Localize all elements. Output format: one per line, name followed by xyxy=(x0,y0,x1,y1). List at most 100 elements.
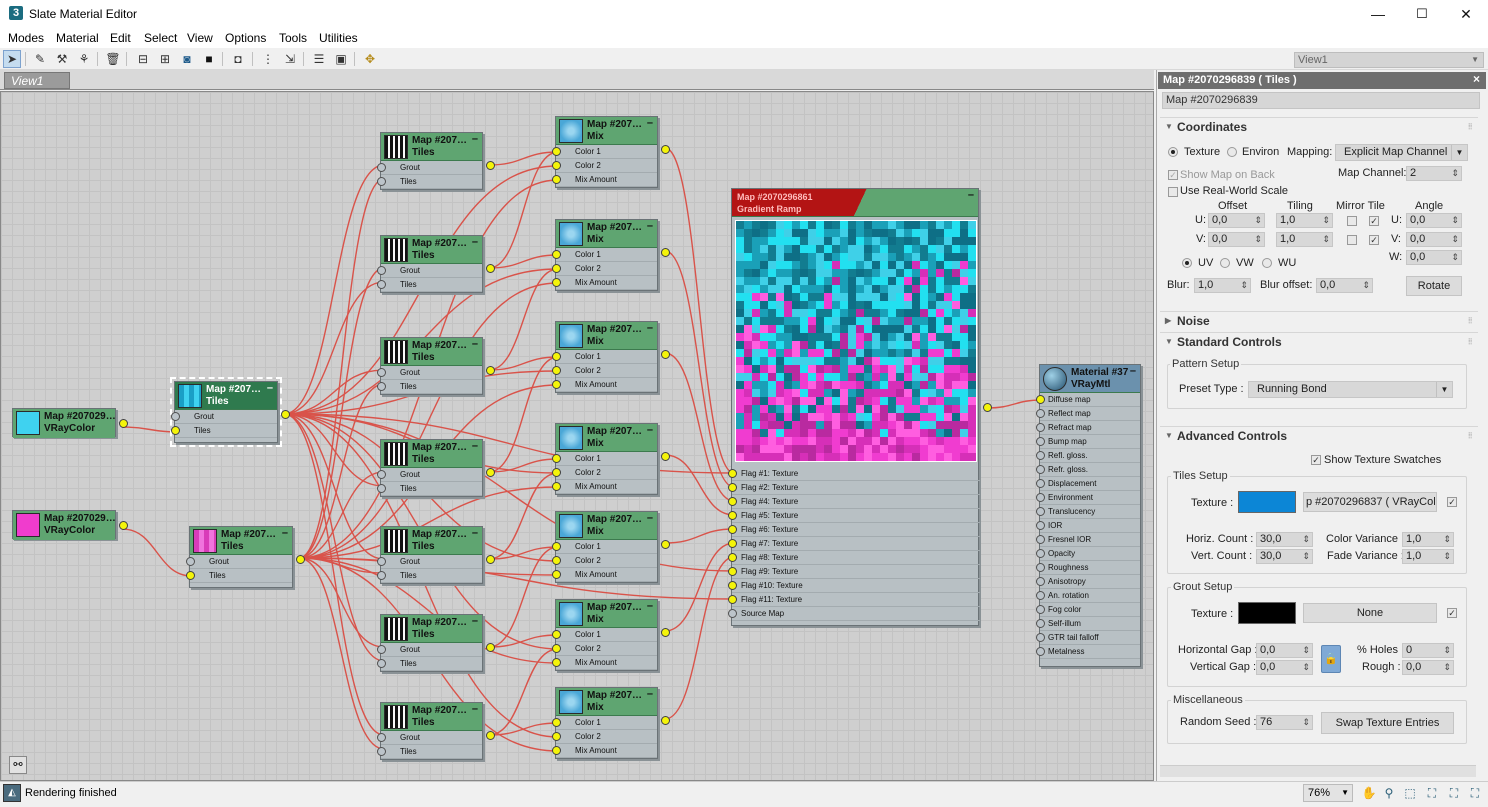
output-port[interactable] xyxy=(486,555,495,564)
u-tile-checkbox[interactable]: ✓ xyxy=(1369,216,1379,226)
rollout-coordinates[interactable]: ▼ Coordinates ⦙⦙ xyxy=(1160,117,1478,135)
navigator-icon[interactable]: ✥ xyxy=(361,50,379,68)
input-slot[interactable]: Color 1 xyxy=(552,145,657,159)
gradient-output-port[interactable] xyxy=(983,403,992,412)
material-slot[interactable]: Bump map xyxy=(1036,435,1140,449)
u-angle-spinner[interactable]: 0,0 xyxy=(1406,213,1462,228)
material-slot[interactable]: Refr. gloss. xyxy=(1036,463,1140,477)
vw-radio[interactable] xyxy=(1220,258,1230,268)
tiles-texture-enable-checkbox[interactable]: ✓ xyxy=(1447,497,1457,507)
input-port[interactable] xyxy=(552,732,561,741)
node-tiles-4[interactable]: Map #207… Tiles – Grout Tiles xyxy=(377,439,495,497)
grout-texture-enable-checkbox[interactable]: ✓ xyxy=(1447,608,1457,618)
input-slot[interactable]: Mix Amount xyxy=(552,173,657,187)
input-port[interactable] xyxy=(1036,465,1045,474)
menu-modes[interactable]: Modes xyxy=(8,31,44,45)
v-tile-checkbox[interactable]: ✓ xyxy=(1369,235,1379,245)
input-port[interactable] xyxy=(552,278,561,287)
input-slot[interactable]: Tiles xyxy=(377,745,482,759)
move-children-icon[interactable]: ⋮ xyxy=(259,50,277,68)
blur-spinner[interactable]: 1,0 xyxy=(1194,278,1251,293)
minimize-node-icon[interactable]: – xyxy=(472,338,478,350)
input-port[interactable] xyxy=(552,482,561,491)
input-port[interactable] xyxy=(377,484,386,493)
horizontal-gap-spinner[interactable]: 0,0 xyxy=(1256,643,1313,658)
material-slot[interactable]: Self-illum xyxy=(1036,617,1140,631)
input-port[interactable] xyxy=(728,595,737,604)
input-port[interactable] xyxy=(728,525,737,534)
rough-spinner[interactable]: 0,0 xyxy=(1402,660,1454,675)
input-slot[interactable]: Mix Amount xyxy=(552,656,657,670)
input-port[interactable] xyxy=(552,658,561,667)
material-slot[interactable]: Reflect map xyxy=(1036,407,1140,421)
input-port[interactable] xyxy=(171,426,180,435)
material-slot[interactable]: GTR tail falloff xyxy=(1036,631,1140,645)
wu-radio[interactable] xyxy=(1262,258,1272,268)
input-slot[interactable]: Tiles xyxy=(377,175,482,189)
layout-children-icon[interactable]: ⊞ xyxy=(156,50,174,68)
output-port[interactable] xyxy=(296,555,305,564)
slot-grout[interactable]: Grout xyxy=(186,555,292,569)
input-port[interactable] xyxy=(552,454,561,463)
minimize-button[interactable]: — xyxy=(1356,0,1400,28)
input-port[interactable] xyxy=(377,163,386,172)
minimize-node-icon[interactable]: – xyxy=(282,527,288,539)
gradient-slot[interactable]: Flag #8: Texture xyxy=(728,551,980,565)
output-port[interactable] xyxy=(486,161,495,170)
show-in-viewport-icon[interactable]: ▣ xyxy=(332,50,350,68)
menu-view[interactable]: View xyxy=(187,31,213,45)
node-mix-3[interactable]: Map #207… Mix – Color 1 Color 2 Mix Amount xyxy=(552,321,670,393)
input-port[interactable] xyxy=(377,177,386,186)
input-port[interactable] xyxy=(728,567,737,576)
map-name-field[interactable]: Map #2070296839 xyxy=(1162,92,1480,109)
input-port[interactable] xyxy=(1036,577,1045,586)
input-port[interactable] xyxy=(552,380,561,389)
input-port[interactable] xyxy=(1036,563,1045,572)
v-mirror-checkbox[interactable] xyxy=(1347,235,1357,245)
gradient-slot[interactable]: Flag #4: Texture xyxy=(728,495,980,509)
output-port[interactable] xyxy=(661,350,670,359)
input-port[interactable] xyxy=(171,412,180,421)
input-slot[interactable]: Color 2 xyxy=(552,642,657,656)
minimize-node-icon[interactable]: – xyxy=(647,424,653,436)
material-slot[interactable]: An. rotation xyxy=(1036,589,1140,603)
node-tiles-pink[interactable]: Map #207… Tiles – Grout Tiles xyxy=(186,526,305,588)
input-port[interactable] xyxy=(1036,647,1045,656)
input-port[interactable] xyxy=(377,470,386,479)
input-port[interactable] xyxy=(552,352,561,361)
node-mix-7[interactable]: Map #207… Mix – Color 1 Color 2 Mix Amount xyxy=(552,687,670,759)
zoom-extents-icon[interactable]: ⛶ xyxy=(1423,784,1441,802)
vertical-gap-spinner[interactable]: 0,0 xyxy=(1256,660,1313,675)
gradient-slot[interactable]: Flag #7: Texture xyxy=(728,537,980,551)
output-port[interactable] xyxy=(486,468,495,477)
material-slot[interactable]: Environment xyxy=(1036,491,1140,505)
input-slot[interactable]: Grout xyxy=(377,468,482,482)
input-port[interactable] xyxy=(1036,395,1045,404)
close-button[interactable]: ✕ xyxy=(1444,0,1488,28)
input-port[interactable] xyxy=(552,250,561,259)
input-slot[interactable]: Grout xyxy=(377,731,482,745)
node-tiles-7[interactable]: Map #207… Tiles – Grout Tiles xyxy=(377,702,495,760)
input-slot[interactable]: Color 1 xyxy=(552,350,657,364)
menu-material[interactable]: Material xyxy=(56,31,99,45)
map-channel-spinner[interactable]: 2 xyxy=(1406,166,1462,181)
node-mix-4[interactable]: Map #207… Mix – Color 1 Color 2 Mix Amount xyxy=(552,423,670,495)
input-slot[interactable]: Tiles xyxy=(377,657,482,671)
output-port[interactable] xyxy=(661,540,670,549)
node-mix-5[interactable]: Map #207… Mix – Color 1 Color 2 Mix Amount xyxy=(552,511,670,583)
input-port[interactable] xyxy=(377,382,386,391)
input-port[interactable] xyxy=(377,733,386,742)
input-port[interactable] xyxy=(1036,521,1045,530)
material-slot[interactable]: Anisotropy xyxy=(1036,575,1140,589)
slot-tiles[interactable]: Tiles xyxy=(186,569,292,583)
uv-radio[interactable] xyxy=(1182,258,1192,268)
tiles-texture-color-swatch[interactable] xyxy=(1238,491,1296,513)
node-tiles-2[interactable]: Map #207… Tiles – Grout Tiles xyxy=(377,235,495,293)
input-port[interactable] xyxy=(1036,437,1045,446)
minimize-node-icon[interactable]: – xyxy=(647,512,653,524)
u-mirror-checkbox[interactable] xyxy=(1347,216,1357,226)
node-tiles-selected[interactable]: Map #207… Tiles – Grout Tiles xyxy=(170,377,290,447)
input-port[interactable] xyxy=(377,645,386,654)
input-slot[interactable]: Mix Amount xyxy=(552,480,657,494)
node-vraymtl[interactable]: Material #37 VRayMtl – Diffuse map Reflec… xyxy=(1036,364,1141,667)
